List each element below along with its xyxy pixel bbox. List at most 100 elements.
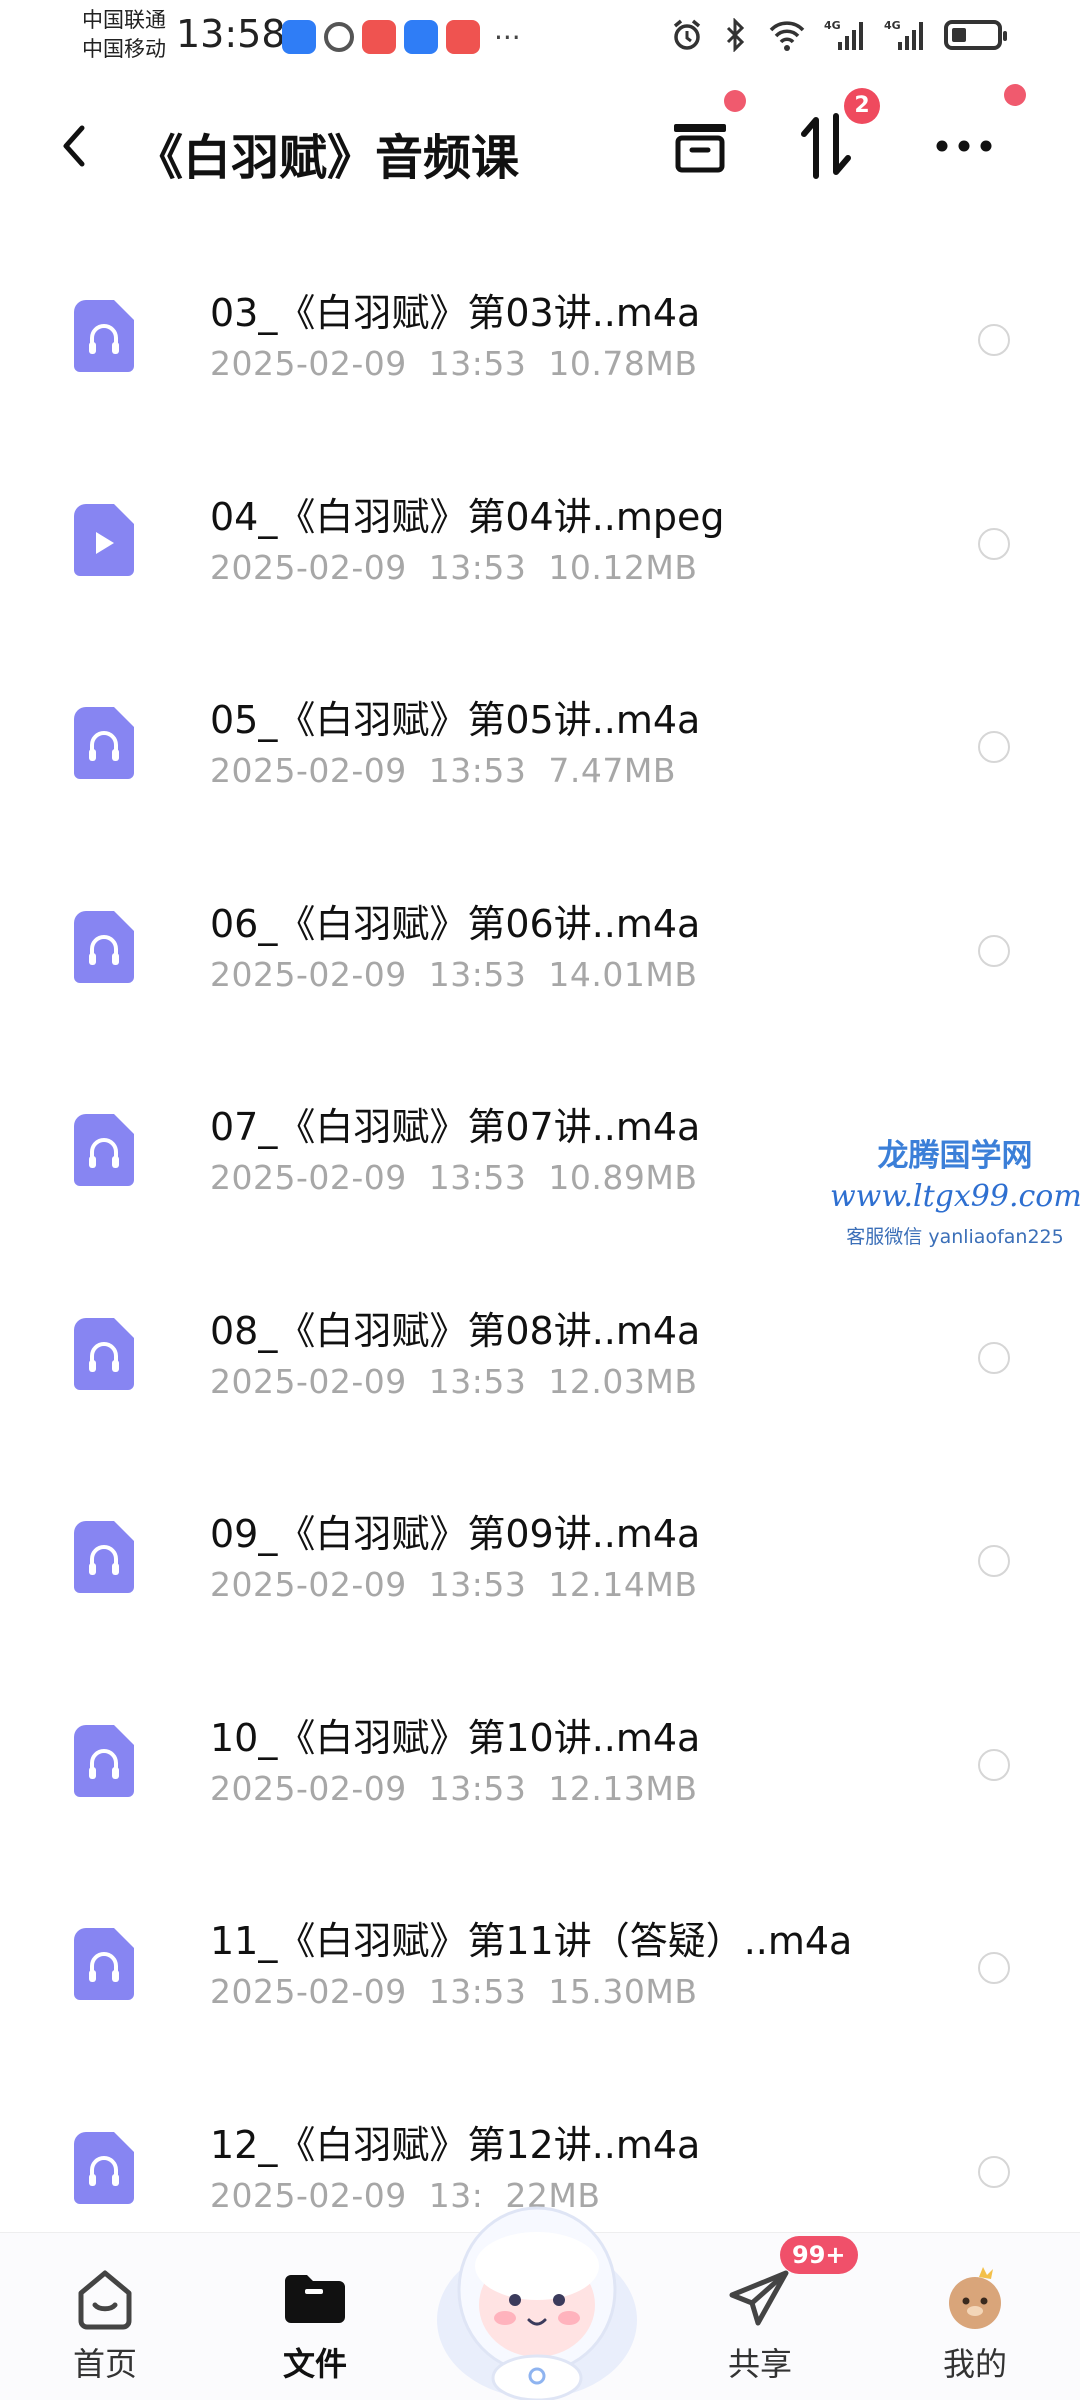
file-size: 12.03MB <box>548 1361 698 1401</box>
file-size: 12.14MB <box>548 1565 698 1604</box>
nav-files-label: 文件 <box>282 2345 347 2383</box>
file-meta: 2025-02-09 13:53 10.12MB <box>210 548 719 587</box>
nav-share-label: 共享 <box>727 2345 792 2383</box>
list-item[interactable]: 03_《白羽赋》第03讲..m4a 2025-02-09 13:53 10.78MB <box>0 230 1080 434</box>
more-notifications-icon: ··· <box>494 20 521 54</box>
alarm-icon <box>673 19 701 50</box>
file-size: 10.89MB <box>548 1158 698 1197</box>
file-time: 13:53 <box>428 1565 527 1604</box>
carrier-names: 中国联通 中国移动 <box>82 6 166 64</box>
more-options-button[interactable] <box>928 110 1000 182</box>
file-date: 2025-02-09 <box>210 344 407 383</box>
file-name: 05_《白羽赋》第05讲..m4a <box>210 698 701 742</box>
file-meta: 2025-02-09 13:53 12.13MB <box>210 1769 719 1808</box>
notification-icons: ··· <box>282 20 521 54</box>
archive-button[interactable] <box>664 110 736 182</box>
select-checkbox[interactable] <box>978 1545 1010 1577</box>
file-time: 13:53 <box>428 1768 527 1808</box>
select-checkbox[interactable] <box>978 527 1010 560</box>
file-date: 2025-02-09 <box>210 1972 407 2011</box>
list-item[interactable]: 11_《白羽赋》第11讲（答疑）..m4a 2025-02-09 13:53 15.… <box>0 1858 1080 2062</box>
audio-file-icon <box>74 1724 134 1797</box>
status-time: 13:58 <box>176 12 286 56</box>
watermark-url: www.ltgx99.com <box>830 1179 1080 1214</box>
back-button[interactable] <box>54 118 94 174</box>
select-checkbox[interactable] <box>978 731 1010 763</box>
file-date: 2025-02-09 <box>210 1768 407 1808</box>
list-item[interactable]: 09_《白羽赋》第09讲..m4a 2025-02-09 13:53 12.14MB <box>0 1451 1080 1655</box>
wifi-icon <box>769 21 805 51</box>
file-name: 08_《白羽赋》第08讲..m4a <box>210 1308 701 1353</box>
file-name: 09_《白羽赋》第09讲..m4a <box>210 1512 701 1556</box>
list-item[interactable]: 06_《白羽赋》第06讲..m4a 2025-02-09 13:53 14.01MB <box>0 841 1080 1045</box>
file-time: 13:53 <box>428 1972 527 2011</box>
select-checkbox[interactable] <box>978 934 1010 967</box>
audio-file-icon <box>74 1928 134 2000</box>
file-date: 2025-02-09 <box>210 1361 407 1401</box>
file-time: 13:53 <box>428 344 527 383</box>
avatar-icon <box>949 2267 1001 2329</box>
file-date: 2025-02-09 <box>210 1158 407 1197</box>
file-name: 07_《白羽赋》第07讲..m4a <box>210 1105 701 1149</box>
file-meta: 2025-02-09 13:53 14.01MB <box>210 955 719 994</box>
file-date: 2025-02-09 <box>210 751 407 790</box>
audio-file-icon <box>74 707 134 779</box>
file-time: 13:53 <box>428 1158 527 1197</box>
battery-icon <box>944 20 1007 50</box>
app-red-icon <box>446 20 480 54</box>
list-item[interactable]: 08_《白羽赋》第08讲..m4a 2025-02-09 13:53 12.03MB <box>0 1248 1080 1452</box>
watermark: 龙腾国学网 www.ltgx99.com 客服微信 yanliaofan225 <box>830 1130 1080 1249</box>
folder-icon <box>285 2275 345 2323</box>
app-blue-icon <box>404 20 438 54</box>
file-time: 13:53 <box>428 751 527 790</box>
paper-plane-icon <box>729 2270 789 2326</box>
status-bar: 中国联通 中国移动 13:58 ··· 4G 4G <box>0 0 1080 72</box>
file-size: 14.01MB <box>548 954 698 994</box>
app-blue-icon <box>282 20 316 54</box>
bluetooth-icon <box>726 18 745 52</box>
system-status-icons: 4G 4G <box>672 18 1007 52</box>
select-checkbox[interactable] <box>978 1341 1010 1374</box>
list-item[interactable]: 04_《白羽赋》第04讲..mpeg 2025-02-09 13:53 10.12M… <box>0 434 1080 638</box>
file-name: 12_《白羽赋》第12讲..m4a <box>210 2122 701 2167</box>
list-item[interactable]: 10_《白羽赋》第10讲..m4a 2025-02-09 13:53 12.13MB <box>0 1655 1080 1859</box>
home-icon <box>78 2270 132 2330</box>
list-item[interactable]: 05_《白羽赋》第05讲..m4a 2025-02-09 13:53 7.47MB <box>0 637 1080 841</box>
nav-mine[interactable]: 我的 <box>905 2263 1045 2385</box>
file-size: 10.12MB <box>548 547 698 587</box>
file-time: 13:53 <box>428 547 527 587</box>
nav-share[interactable]: 共享 <box>690 2263 830 2385</box>
file-meta: 2025-02-09 13:53 7.47MB <box>210 751 698 790</box>
select-checkbox[interactable] <box>978 324 1010 356</box>
nav-home[interactable]: 首页 <box>35 2263 175 2385</box>
file-size: 7.47MB <box>548 751 676 790</box>
nav-mine-label: 我的 <box>942 2345 1007 2383</box>
file-size: 10.78MB <box>548 344 698 383</box>
file-name: 03_《白羽赋》第03讲..m4a <box>210 291 701 335</box>
watermark-title: 龙腾国学网 <box>877 1138 1033 1174</box>
file-date: 2025-02-09 <box>210 2175 407 2215</box>
page-title: 《白羽赋》音频课 <box>135 130 520 186</box>
app-gray-icon <box>324 22 354 52</box>
audio-file-icon <box>74 300 134 372</box>
audio-file-icon <box>74 1114 134 1186</box>
more-notification-dot <box>1004 84 1026 106</box>
carrier-1: 中国联通 <box>82 8 166 32</box>
nav-files[interactable]: 文件 <box>245 2263 385 2385</box>
select-checkbox[interactable] <box>978 2155 1010 2188</box>
mascot-icon[interactable] <box>425 2170 650 2400</box>
file-meta: 2025-02-09 13:53 10.89MB <box>210 1158 719 1197</box>
sort-badge: 2 <box>844 88 880 124</box>
file-name: 06_《白羽赋》第06讲..m4a <box>210 901 701 946</box>
share-badge: 99+ <box>780 2236 858 2274</box>
app-red-icon <box>362 20 396 54</box>
file-size: 12.13MB <box>548 1768 698 1808</box>
file-date: 2025-02-09 <box>210 1565 407 1604</box>
select-checkbox[interactable] <box>978 1952 1010 1984</box>
audio-file-icon <box>74 910 134 983</box>
header: 《白羽赋》音频课 2 <box>0 84 1080 200</box>
select-checkbox[interactable] <box>978 1748 1010 1781</box>
signal-4g-icon: 4G <box>824 19 863 50</box>
file-time: 13:53 <box>428 954 527 994</box>
audio-file-icon <box>74 1317 134 1390</box>
